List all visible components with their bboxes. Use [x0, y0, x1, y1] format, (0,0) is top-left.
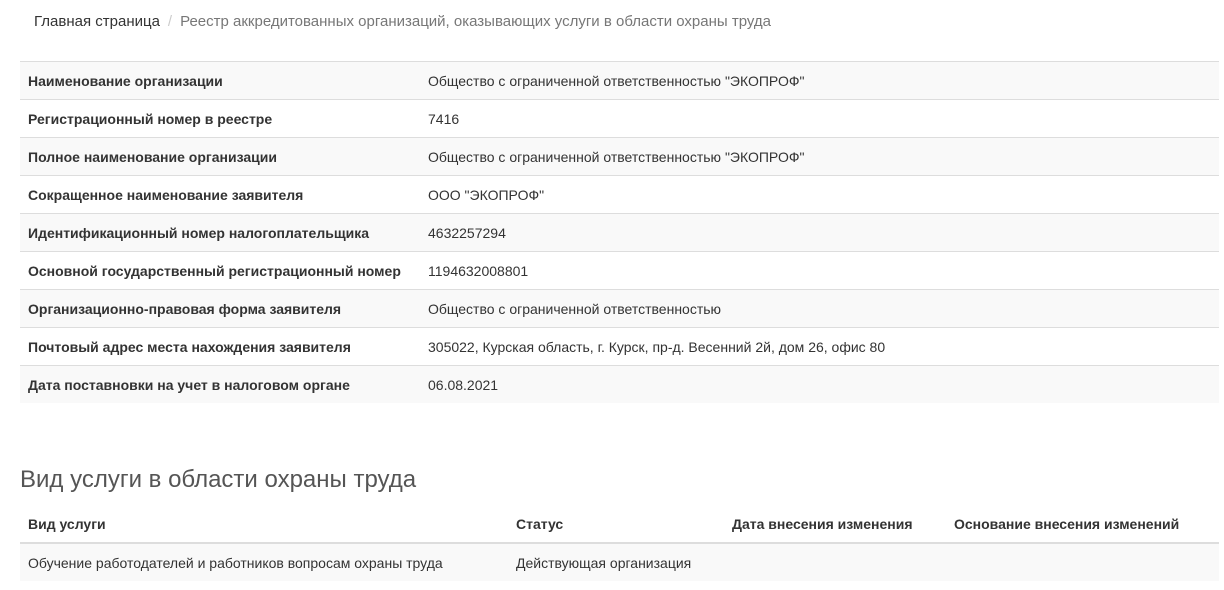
service-change-basis-cell [946, 543, 1219, 581]
details-value: 305022, Курская область, г. Курск, пр-д.… [420, 327, 1219, 366]
organization-details-table: Наименование организации Общество с огра… [20, 61, 1219, 403]
services-header-status: Статус [508, 505, 724, 544]
service-status-cell: Действующая организация [508, 543, 724, 581]
services-header-change-date: Дата внесения изменения [724, 505, 946, 544]
details-label: Дата поставновки на учет в налоговом орг… [20, 365, 420, 403]
details-row: Сокращенное наименование заявителя ООО "… [20, 175, 1219, 214]
services-header-service: Вид услуги [20, 505, 508, 544]
details-label: Идентификационный номер налогоплательщик… [20, 213, 420, 252]
details-value: 4632257294 [420, 213, 1219, 252]
table-row: Обучение работодателей и работников вопр… [20, 543, 1219, 581]
details-value: Общество с ограниченной ответственностью [420, 289, 1219, 328]
service-change-date-cell [724, 543, 946, 581]
details-value: 7416 [420, 99, 1219, 138]
page: Главная страница / Реестр аккредитованных … [0, 0, 1224, 590]
breadcrumb: Главная страница / Реестр аккредитованных … [34, 12, 771, 32]
details-value: 06.08.2021 [420, 365, 1219, 403]
details-value: Общество с ограниченной ответственностью… [420, 137, 1219, 176]
services-header-change-basis: Основание внесения изменений [946, 505, 1219, 544]
details-value: ООО "ЭКОПРОФ" [420, 175, 1219, 214]
details-row: Дата поставновки на учет в налоговом орг… [20, 365, 1219, 403]
details-value: Общество с ограниченной ответственностью… [420, 61, 1219, 100]
details-label: Почтовый адрес места нахождения заявител… [20, 327, 420, 366]
details-row: Полное наименование организации Общество… [20, 137, 1219, 176]
details-value: 1194632008801 [420, 251, 1219, 290]
details-label: Регистрационный номер в реестре [20, 99, 420, 138]
details-label: Основной государственный регистрационный… [20, 251, 420, 290]
details-label: Полное наименование организации [20, 137, 420, 176]
details-row: Организационно-правовая форма заявителя … [20, 289, 1219, 328]
services-section-title: Вид услуги в области охраны труда [20, 466, 417, 493]
service-name-cell: Обучение работодателей и работников вопр… [20, 543, 508, 581]
details-label: Сокращенное наименование заявителя [20, 175, 420, 214]
details-row: Почтовый адрес места нахождения заявител… [20, 327, 1219, 366]
services-header-row: Вид услуги Статус Дата внесения изменени… [20, 505, 1219, 544]
details-row: Идентификационный номер налогоплательщик… [20, 213, 1219, 252]
breadcrumb-separator: / [167, 13, 173, 30]
details-label: Наименование организации [20, 61, 420, 100]
breadcrumb-current: Реестр аккредитованных организаций, оказ… [180, 13, 771, 30]
breadcrumb-home-link[interactable]: Главная страница [34, 13, 160, 30]
details-row: Основной государственный регистрационный… [20, 251, 1219, 290]
services-table: Вид услуги Статус Дата внесения изменени… [20, 505, 1219, 581]
details-row: Регистрационный номер в реестре 7416 [20, 99, 1219, 138]
details-label: Организационно-правовая форма заявителя [20, 289, 420, 328]
details-row: Наименование организации Общество с огра… [20, 61, 1219, 100]
